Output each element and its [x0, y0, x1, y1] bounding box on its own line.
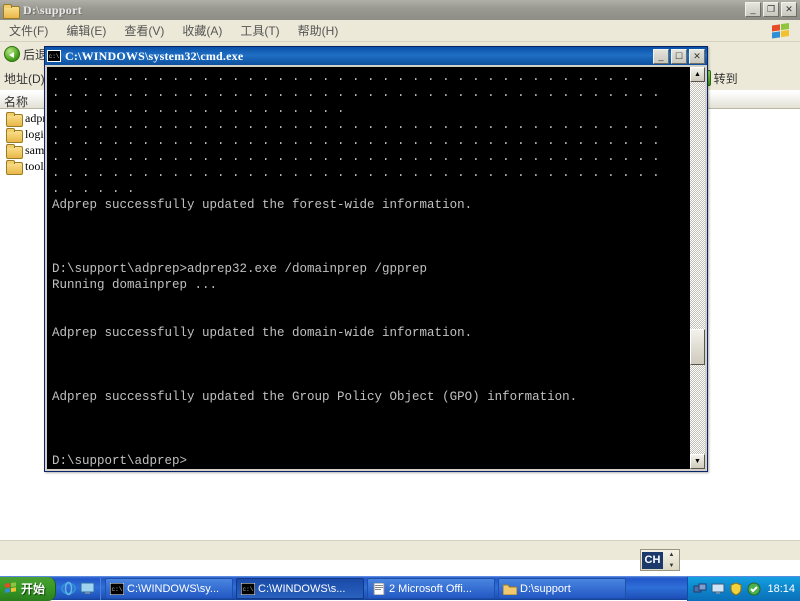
windows-flag-icon: [768, 22, 796, 40]
tray-security-icon[interactable]: [729, 581, 743, 596]
ime-spinner-down-icon[interactable]: ▼: [669, 563, 675, 569]
menu-tools[interactable]: 工具(T): [231, 20, 288, 41]
tray-network-icon[interactable]: [693, 582, 707, 596]
cmd-body: . . . . . . . . . . . . . . . . . . . . …: [47, 67, 705, 469]
explorer-titlebar[interactable]: D:\support _ ❐ ✕: [0, 0, 800, 20]
scrollbar-up-icon[interactable]: ▲: [690, 67, 705, 82]
tray-monitor-icon[interactable]: [711, 582, 725, 596]
cmd-maximize-button[interactable]: ☐: [671, 49, 687, 64]
folder-icon: [6, 143, 23, 159]
windows-flag-icon: [4, 582, 18, 595]
explorer-close-button[interactable]: ✕: [781, 2, 797, 17]
explorer-window-buttons: _ ❐ ✕: [745, 2, 797, 17]
cmd-minimize-button[interactable]: _: [653, 49, 669, 64]
scrollbar-down-icon[interactable]: ▼: [690, 454, 705, 469]
explorer-minimize-button[interactable]: _: [745, 2, 761, 17]
menu-help[interactable]: 帮助(H): [289, 20, 348, 41]
back-arrow-icon: [4, 46, 20, 62]
explorer-title: D:\support: [23, 2, 83, 17]
back-button[interactable]: 后退: [0, 46, 47, 63]
menu-view[interactable]: 查看(V): [115, 20, 173, 41]
tray-update-icon[interactable]: [747, 582, 761, 596]
taskbar-item-label: C:\WINDOWS\s...: [258, 582, 346, 595]
quicklaunch-ie-icon[interactable]: [61, 581, 76, 596]
ime-language-bar[interactable]: CH ▲ ▼: [640, 549, 680, 571]
tray-clock[interactable]: 18:14: [767, 583, 795, 595]
explorer-statusbar: [0, 540, 800, 560]
cmd-close-button[interactable]: ✕: [689, 49, 705, 64]
start-button[interactable]: 开始: [0, 576, 56, 601]
ime-spinner[interactable]: ▲ ▼: [666, 552, 677, 569]
taskbar-item-cmd-1[interactable]: c:\ C:\WINDOWS\sy...: [105, 578, 233, 599]
folder-icon: [6, 159, 23, 175]
go-button-label: 转到: [713, 71, 738, 86]
folder-icon: [502, 583, 518, 595]
ime-language-indicator[interactable]: CH: [642, 551, 663, 569]
start-button-label: 开始: [21, 582, 46, 596]
document-icon: [372, 582, 386, 595]
svg-text:c:\: c:\: [112, 586, 123, 593]
menu-file[interactable]: 文件(F): [0, 20, 57, 41]
taskbar-item-explorer[interactable]: D:\support: [498, 578, 626, 599]
taskbar: 开始 c:\ C:\WINDOWS\sy... c:\ C:\WINDOWS\s…: [0, 576, 800, 601]
cmd-titlebar[interactable]: c:\ C:\WINDOWS\system32\cmd.exe _ ☐ ✕: [45, 47, 707, 65]
svg-text:c:\: c:\: [243, 586, 254, 593]
taskbar-item-label: 2 Microsoft Offi...: [389, 582, 472, 595]
cmd-console-output[interactable]: . . . . . . . . . . . . . . . . . . . . …: [47, 67, 689, 469]
explorer-menubar: 文件(F) 编辑(E) 查看(V) 收藏(A) 工具(T) 帮助(H): [0, 20, 800, 42]
cmd-window: c:\ C:\WINDOWS\system32\cmd.exe _ ☐ ✕ . …: [44, 46, 708, 472]
taskbar-item-label: C:\WINDOWS\sy...: [127, 582, 220, 595]
console-icon: c:\: [240, 582, 256, 595]
menu-favorites[interactable]: 收藏(A): [173, 20, 231, 41]
taskbar-buttons: c:\ C:\WINDOWS\sy... c:\ C:\WINDOWS\s...…: [101, 578, 687, 599]
explorer-restore-button[interactable]: ❐: [763, 2, 779, 17]
list-item-label: tool: [25, 158, 44, 173]
quicklaunch-desktop-icon[interactable]: [80, 581, 95, 596]
system-tray: 18:14: [687, 576, 800, 601]
folder-icon: [6, 127, 23, 143]
folder-icon: [3, 3, 20, 19]
address-label: 地址(D): [4, 71, 45, 86]
list-item-label: logi: [25, 126, 44, 141]
menu-edit[interactable]: 编辑(E): [57, 20, 115, 41]
console-icon: c:\: [47, 50, 61, 62]
ime-spinner-up-icon[interactable]: ▲: [669, 552, 675, 558]
taskbar-item-doc[interactable]: 2 Microsoft Offi...: [367, 578, 495, 599]
cmd-scrollbar[interactable]: ▲ ▼: [689, 67, 705, 469]
quick-launch-bar: [56, 577, 101, 600]
taskbar-item-label: D:\support: [520, 582, 571, 595]
cmd-window-buttons: _ ☐ ✕: [653, 49, 705, 64]
taskbar-item-cmd-2[interactable]: c:\ C:\WINDOWS\s...: [236, 578, 364, 599]
console-icon: c:\: [109, 582, 125, 595]
scrollbar-thumb[interactable]: [690, 329, 705, 365]
folder-icon: [6, 111, 23, 127]
cmd-title: C:\WINDOWS\system32\cmd.exe: [65, 48, 244, 63]
